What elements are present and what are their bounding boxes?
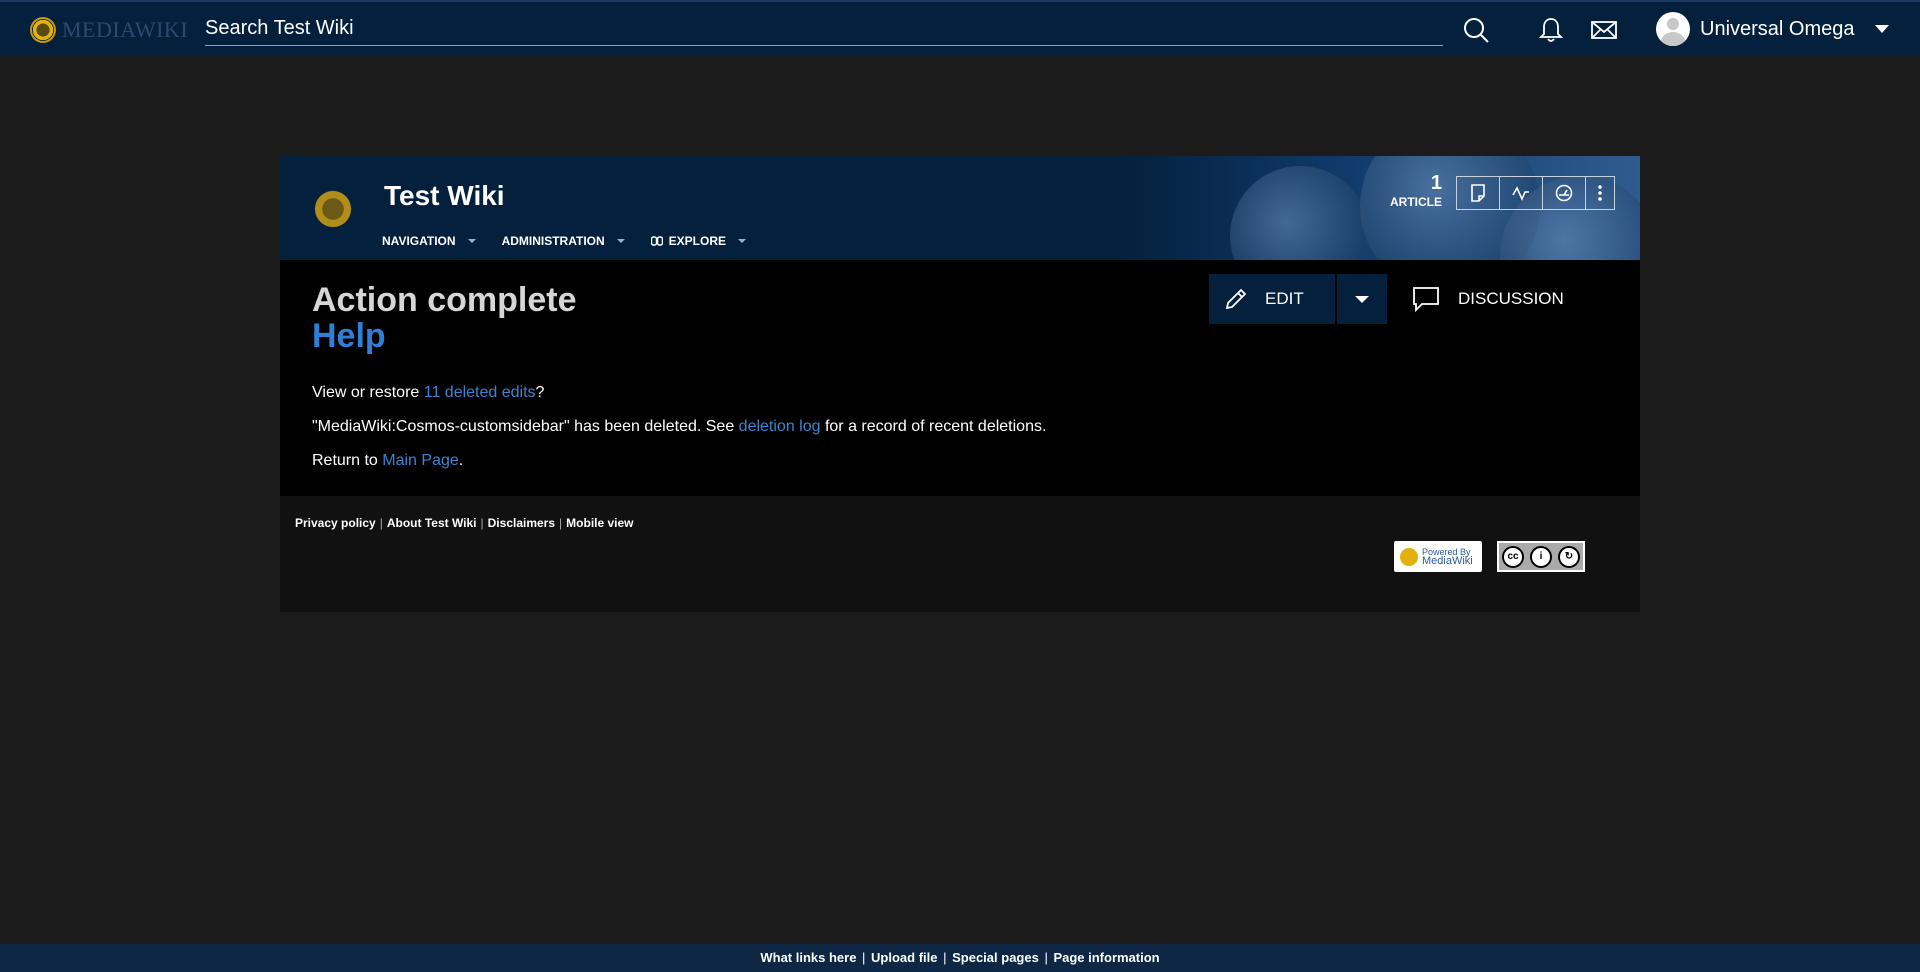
text: ?	[535, 384, 545, 401]
new-page-button[interactable]	[1457, 177, 1500, 209]
page-title: Action complete	[312, 281, 577, 319]
edit-dropdown-button[interactable]	[1337, 274, 1387, 324]
badge-text: Powered By MediaWiki	[1422, 546, 1473, 567]
avatar	[1656, 12, 1690, 46]
bell-icon[interactable]	[1537, 16, 1565, 44]
wiki-banner: Test Wiki NAVIGATION ADMINISTRATION EXPL…	[280, 156, 1640, 260]
page-information-link[interactable]: Page information	[1053, 950, 1159, 965]
page-icon	[1471, 184, 1485, 202]
nav-label: ADMINISTRATION	[501, 234, 605, 248]
footer-links: Privacy policy | About Test Wiki | Disclaime…	[295, 516, 634, 530]
what-links-here-link[interactable]: What links here	[760, 950, 856, 965]
nav-navigation[interactable]: NAVIGATION	[382, 234, 476, 248]
search-box[interactable]	[205, 11, 1443, 46]
main-page-link[interactable]: Main Page	[382, 452, 459, 469]
text: for a record of recent deletions.	[820, 418, 1047, 435]
edit-label: EDIT	[1265, 289, 1304, 308]
about-link[interactable]: About Test Wiki	[387, 516, 477, 530]
wiki-navigation: NAVIGATION ADMINISTRATION EXPLORE	[382, 234, 772, 248]
bottom-toolbar: What links here | Upload file | Special …	[0, 944, 1920, 972]
caret-down-icon	[616, 239, 625, 243]
wiki-title[interactable]: Test Wiki	[384, 180, 505, 212]
caret-down-icon	[738, 239, 747, 243]
analytics-button[interactable]	[1543, 177, 1586, 209]
return-text: Return to Main Page.	[312, 452, 463, 470]
top-bar: MEDIAWIKI Universal Omega	[0, 0, 1920, 56]
special-pages-link[interactable]: Special pages	[952, 950, 1039, 965]
text: View or restore	[312, 384, 424, 401]
sunflower-icon	[1400, 547, 1418, 566]
wiki-logo[interactable]	[308, 184, 358, 234]
pencil-icon	[1225, 288, 1247, 310]
recent-changes-button[interactable]	[1500, 177, 1543, 209]
cc-by-sa-badge[interactable]: cc i ↻	[1497, 541, 1585, 572]
user-name: Universal Omega	[1700, 17, 1855, 40]
text: Return to	[312, 452, 383, 469]
powered-by-mediawiki-badge[interactable]: Powered By MediaWiki	[1394, 541, 1482, 572]
nav-explore[interactable]: EXPLORE	[650, 234, 747, 248]
nav-administration[interactable]: ADMINISTRATION	[502, 234, 625, 248]
more-options-button[interactable]	[1586, 177, 1614, 209]
disclaimers-link[interactable]: Disclaimers	[488, 516, 555, 530]
cc-icon: cc	[1502, 545, 1524, 568]
article-count-label: ARTICLE	[1390, 195, 1442, 209]
logo-text: MEDIAWIKI	[62, 17, 189, 42]
text: "MediaWiki:Cosmos-customsidebar" has bee…	[312, 418, 739, 435]
by-icon: i	[1530, 545, 1552, 568]
footer: Privacy policy | About Test Wiki | Disclaime…	[280, 496, 1640, 612]
compass-icon	[650, 236, 663, 246]
speech-bubble-icon	[1413, 287, 1439, 313]
discussion-label: DISCUSSION	[1458, 289, 1564, 308]
mediawiki-logo[interactable]: MEDIAWIKI	[30, 17, 188, 43]
chevron-down-icon	[1874, 25, 1889, 33]
mobile-view-link[interactable]: Mobile view	[566, 516, 633, 530]
deleted-edits-link[interactable]: 11 deleted edits	[424, 384, 536, 401]
sa-icon: ↻	[1558, 545, 1580, 568]
text: .	[458, 452, 464, 469]
restore-text: View or restore 11 deleted edits?	[312, 384, 544, 402]
deleted-notice: "MediaWiki:Cosmos-customsidebar" has bee…	[312, 418, 1046, 436]
discussion-button[interactable]: DISCUSSION	[1412, 274, 1564, 324]
deletion-log-link[interactable]: deletion log	[739, 418, 821, 435]
nav-label: NAVIGATION	[382, 234, 456, 248]
nav-label: EXPLORE	[668, 234, 727, 248]
user-menu[interactable]: Universal Omega	[1656, 12, 1889, 46]
chevron-down-icon	[1355, 295, 1369, 303]
search-icon[interactable]	[1462, 16, 1490, 44]
sunflower-icon	[30, 17, 56, 43]
page-content: Action complete Help EDIT DISCUSSION Vie…	[280, 260, 1640, 496]
privacy-policy-link[interactable]: Privacy policy	[295, 516, 376, 530]
kebab-menu-icon	[1598, 185, 1602, 201]
wiki-tools	[1456, 176, 1615, 210]
wiki-container: Test Wiki NAVIGATION ADMINISTRATION EXPL…	[280, 156, 1640, 612]
article-count-number: 1	[1430, 172, 1442, 194]
caret-down-icon	[467, 239, 476, 243]
gauge-icon	[1555, 184, 1573, 202]
upload-file-link[interactable]: Upload file	[871, 950, 937, 965]
article-count: 1 ARTICLE	[1386, 172, 1442, 209]
activity-icon	[1512, 186, 1529, 201]
search-input[interactable]	[205, 11, 1443, 45]
edit-button[interactable]: EDIT	[1209, 274, 1335, 324]
mail-icon[interactable]	[1590, 16, 1618, 44]
page-subtitle[interactable]: Help	[312, 318, 386, 354]
